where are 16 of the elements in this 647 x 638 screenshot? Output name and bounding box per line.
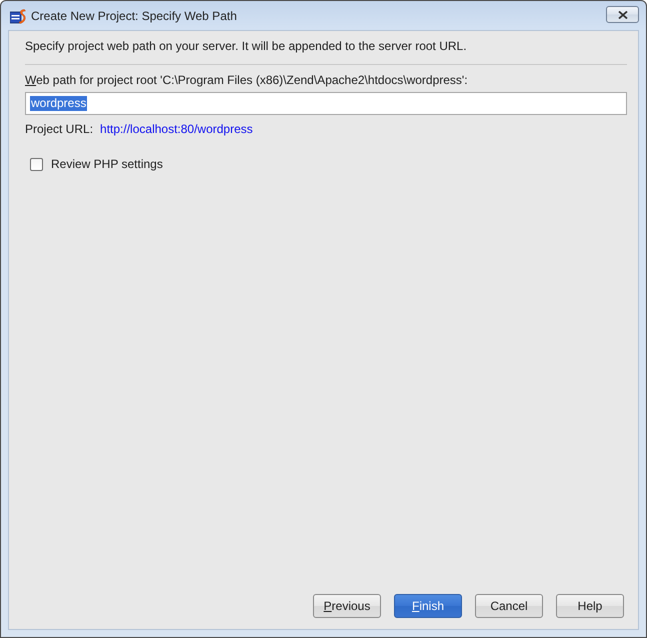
dialog-button[interactable]: Finish [394,594,462,618]
checkbox[interactable] [30,158,43,170]
checkbox-label[interactable]: Review PHP settings [51,156,163,172]
logo-icon [10,8,26,24]
dialog-button[interactable]: Help [556,594,624,618]
close-button[interactable] [606,6,639,23]
field-value: wordpress [30,96,88,111]
project-url-label: Project URL: [25,121,94,137]
window-title: Create New Project: Specify Web Path [31,8,237,22]
description-text: Specify project web path on your server. It will be appended to the server root URL. [25,38,467,54]
dialog-button[interactable]: Previous [313,594,381,618]
dialog-button[interactable]: Cancel [475,594,543,618]
web-path-label: Web path for project root 'C:\Program Files (x86)\Zend\Apache2\htdocs\wordpress': [25,72,468,88]
close-icon [618,10,628,18]
web-path-field[interactable]: wordpress [25,92,627,115]
project-url-link[interactable]: http://localhost:80/wordpress [100,121,253,137]
